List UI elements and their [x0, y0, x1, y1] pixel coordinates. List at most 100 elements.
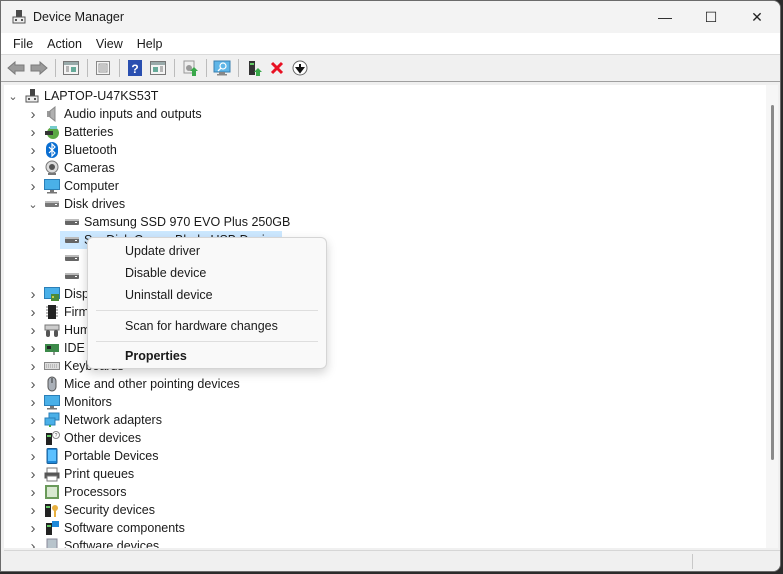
- chevron-right-icon[interactable]: ›: [26, 141, 40, 159]
- camera-icon: [44, 160, 60, 176]
- tree-category[interactable]: ⌄ Disk drives: [26, 195, 129, 213]
- context-properties[interactable]: Properties: [92, 345, 322, 367]
- context-disable-device[interactable]: Disable device: [92, 262, 322, 284]
- chevron-right-icon[interactable]: ›: [26, 159, 40, 177]
- toolbar-separator: [119, 59, 120, 77]
- computer-root-icon: [24, 88, 40, 104]
- tree-category[interactable]: ›? Other devices: [26, 429, 145, 447]
- toolbar-separator: [87, 59, 88, 77]
- toolbar-separator: [206, 59, 207, 77]
- forward-button[interactable]: [28, 57, 50, 79]
- tree-category[interactable]: › Bluetooth: [26, 141, 121, 159]
- chevron-right-icon[interactable]: ›: [26, 177, 40, 195]
- other-devices-icon: ?: [44, 430, 60, 446]
- show-action-pane-button[interactable]: [147, 57, 169, 79]
- menu-file[interactable]: File: [6, 37, 40, 51]
- menu-action[interactable]: Action: [40, 37, 89, 51]
- show-hide-console-tree-button[interactable]: [60, 57, 82, 79]
- context-separator: [96, 310, 318, 311]
- tree-category[interactable]: › Portable Devices: [26, 447, 163, 465]
- chevron-right-icon[interactable]: ›: [26, 105, 40, 123]
- tree-category[interactable]: › Cameras: [26, 159, 119, 177]
- category-label: Processors: [64, 485, 127, 499]
- tree-root[interactable]: ⌄ LAPTOP-U47KS53T: [6, 87, 158, 105]
- enable-device-button[interactable]: [243, 57, 265, 79]
- tree-category[interactable]: › Software devices: [26, 537, 163, 548]
- chevron-right-icon[interactable]: ›: [26, 375, 40, 393]
- tree-category[interactable]: › Print queues: [26, 465, 138, 483]
- chevron-right-icon[interactable]: ›: [26, 123, 40, 141]
- scrollbar-thumb[interactable]: [771, 105, 774, 460]
- chevron-right-icon[interactable]: ›: [26, 303, 40, 321]
- tree-category[interactable]: › Audio inputs and outputs: [26, 105, 206, 123]
- minimize-button[interactable]: —: [642, 1, 688, 33]
- category-label: Software devices: [64, 539, 160, 548]
- disable-device-button[interactable]: [289, 57, 311, 79]
- portable-device-icon: [44, 448, 60, 464]
- tree-category[interactable]: › Batteries: [26, 123, 117, 141]
- red-x-icon: [270, 61, 284, 75]
- chevron-down-icon[interactable]: ⌄: [6, 87, 20, 105]
- tree-category[interactable]: › Security devices: [26, 501, 159, 519]
- chevron-right-icon[interactable]: ›: [26, 519, 40, 537]
- update-driver-button[interactable]: [179, 57, 201, 79]
- uninstall-device-button[interactable]: [266, 57, 288, 79]
- tree-device[interactable]: Samsung SSD 970 EVO Plus 250GB: [60, 213, 294, 231]
- tree-category[interactable]: › Computer: [26, 177, 123, 195]
- scan-hardware-button[interactable]: [211, 57, 233, 79]
- tree-category[interactable]: › Network adapters: [26, 411, 166, 429]
- chevron-right-icon[interactable]: ›: [26, 501, 40, 519]
- vertical-scrollbar[interactable]: [766, 85, 778, 548]
- disk-drive-icon: [64, 250, 80, 266]
- tree-category[interactable]: › Software components: [26, 519, 189, 537]
- category-label: Audio inputs and outputs: [64, 107, 202, 121]
- properties-button[interactable]: [92, 57, 114, 79]
- down-arrow-circle-icon: [292, 60, 308, 76]
- category-label: Mice and other pointing devices: [64, 377, 240, 391]
- category-label: Other devices: [64, 431, 142, 445]
- context-scan-hardware[interactable]: Scan for hardware changes: [92, 315, 322, 337]
- category-label: Security devices: [64, 503, 156, 517]
- chevron-right-icon[interactable]: ›: [26, 339, 40, 357]
- close-button[interactable]: ✕: [734, 1, 780, 33]
- context-separator: [96, 341, 318, 342]
- computer-icon: [44, 178, 60, 194]
- tree-device[interactable]: [60, 267, 88, 285]
- context-uninstall-device[interactable]: Uninstall device: [92, 284, 322, 306]
- chevron-right-icon[interactable]: ›: [26, 483, 40, 501]
- update-driver-icon: [183, 60, 198, 76]
- toolbar-separator: [174, 59, 175, 77]
- back-button[interactable]: [5, 57, 27, 79]
- chevron-right-icon[interactable]: ›: [26, 465, 40, 483]
- scan-monitor-icon: [213, 60, 231, 76]
- category-label: Disk drives: [64, 197, 126, 211]
- context-update-driver[interactable]: Update driver: [92, 240, 322, 262]
- device-manager-app-icon: [11, 9, 27, 25]
- tree-category[interactable]: › Mice and other pointing devices: [26, 375, 244, 393]
- toolbar: ?: [1, 55, 780, 82]
- menu-view[interactable]: View: [89, 37, 130, 51]
- chevron-down-icon[interactable]: ⌄: [26, 195, 40, 213]
- help-button[interactable]: ?: [124, 57, 146, 79]
- chevron-right-icon[interactable]: ›: [26, 321, 40, 339]
- chevron-right-icon[interactable]: ›: [26, 411, 40, 429]
- category-label: Network adapters: [64, 413, 162, 427]
- close-icon: ✕: [751, 8, 763, 25]
- tree-category[interactable]: › Monitors: [26, 393, 116, 411]
- tree-device[interactable]: [60, 249, 88, 267]
- chevron-right-icon[interactable]: ›: [26, 393, 40, 411]
- chevron-right-icon[interactable]: ›: [26, 429, 40, 447]
- disk-drive-icon: [64, 268, 80, 284]
- chevron-right-icon[interactable]: ›: [26, 285, 40, 303]
- category-label: Software components: [64, 521, 185, 535]
- menu-help[interactable]: Help: [130, 37, 170, 51]
- chevron-right-icon[interactable]: ›: [26, 537, 40, 549]
- category-label: Batteries: [64, 125, 114, 139]
- security-device-icon: [44, 502, 60, 518]
- chevron-right-icon[interactable]: ›: [26, 447, 40, 465]
- maximize-button[interactable]: ☐: [688, 1, 734, 33]
- tree-category[interactable]: › Processors: [26, 483, 131, 501]
- disk-drive-icon: [44, 196, 60, 212]
- chevron-right-icon[interactable]: ›: [26, 357, 40, 375]
- status-bar: [4, 550, 780, 571]
